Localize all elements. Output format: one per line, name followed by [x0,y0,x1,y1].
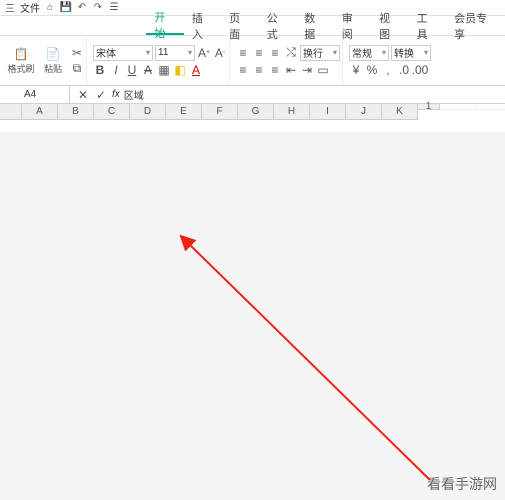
decrease-font-icon[interactable]: A- [213,46,227,60]
align-top-icon[interactable]: ≡ [236,46,250,60]
align-bottom-icon[interactable]: ≡ [268,46,282,60]
col-header[interactable]: J [346,104,382,120]
name-box[interactable]: A4 [20,86,70,103]
paste-icon: 📄 [46,47,60,61]
clipboard-icon: 📋 [14,47,28,61]
empty-cell[interactable] [476,104,505,110]
comma-icon[interactable]: , [381,63,395,77]
col-header[interactable]: C [94,104,130,120]
paste-label: 粘贴 [44,62,62,75]
col-header[interactable]: B [58,104,94,120]
watermark-text: 看看手游网 [427,474,497,494]
col-header[interactable]: F [202,104,238,120]
ribbon-toolbar: 📋 格式刷 📄 粘贴 ✂ ⧉ 宋体▾ 11▾ A+ A- B I U A ▦ [0,36,505,86]
tab-data[interactable]: 数据 [296,16,333,35]
merge-icon[interactable]: ▭ [316,63,330,77]
cancel-icon[interactable]: ✕ [76,88,90,102]
undo-icon[interactable]: ↶ [76,2,88,14]
align-left-icon[interactable]: ≡ [236,63,250,77]
col-header[interactable]: H [274,104,310,120]
row-header[interactable]: 1 [418,104,440,110]
chevron-down-icon: ▾ [146,48,150,57]
indent-decrease-icon[interactable]: ⇤ [284,63,298,77]
align-middle-icon[interactable]: ≡ [252,46,266,60]
tab-formula[interactable]: 公式 [259,16,296,35]
cut-icon[interactable]: ✂ [70,46,84,60]
font-group: 宋体▾ 11▾ A+ A- B I U A ▦ ◧ A [91,38,230,83]
increase-font-icon[interactable]: A+ [197,46,211,60]
spreadsheet-grid[interactable]: ABCDEFGHIJK121秒隔行填充颜色34区域1月2月3月4月5月6月7月8… [0,104,505,132]
home-icon[interactable]: ⌂ [44,2,56,14]
decimal-dec-icon[interactable]: .00 [413,63,427,77]
indent-increase-icon[interactable]: ⇥ [300,63,314,77]
percent-icon[interactable]: % [365,63,379,77]
app-menu-icon[interactable]: 三 [4,2,16,14]
tab-insert[interactable]: 插入 [184,16,221,35]
file-menu[interactable]: 文件 [20,0,40,15]
redo-icon[interactable]: ↷ [92,2,104,14]
number-group: 常规▾ 转换▾ ¥ % , .0 .00 [347,38,433,83]
italic-icon[interactable]: I [109,63,123,77]
col-header[interactable]: D [130,104,166,120]
col-header[interactable]: E [166,104,202,120]
font-name-select[interactable]: 宋体▾ [93,45,153,61]
tab-page[interactable]: 页面 [221,16,258,35]
fx-icon[interactable]: fx [112,89,120,100]
save-icon[interactable]: 💾 [60,2,72,14]
align-center-icon[interactable]: ≡ [252,63,266,77]
tab-view[interactable]: 视图 [371,16,408,35]
formula-input[interactable]: 区域 [124,87,144,102]
select-all-corner[interactable] [0,104,22,120]
orientation-icon[interactable]: ⤭ [284,46,298,60]
underline-icon[interactable]: U [125,63,139,77]
col-header[interactable]: K [382,104,418,120]
quick-icon[interactable]: ☰ [108,2,120,14]
col-header[interactable]: I [310,104,346,120]
tab-member[interactable]: 会员专享 [446,16,505,35]
number-format-select[interactable]: 常规▾ [349,45,389,61]
fill-color-icon[interactable]: ◧ [173,63,187,77]
border-icon[interactable]: ▦ [157,63,171,77]
menu-bar: 开始 插入 页面 公式 数据 审阅 视图 工具 会员专享 [0,16,505,36]
col-header[interactable]: A [22,104,58,120]
tab-review[interactable]: 审阅 [334,16,371,35]
col-header[interactable]: G [238,104,274,120]
paste-button[interactable]: 📄 粘贴 [38,43,68,79]
clipboard-group: 📋 格式刷 📄 粘贴 ✂ ⧉ [4,38,87,83]
wrap-select[interactable]: 换行▾ [300,45,340,61]
currency-icon[interactable]: ¥ [349,63,363,77]
empty-cell[interactable] [440,104,476,110]
chevron-down-icon: ▾ [424,48,428,57]
chevron-down-icon: ▾ [382,48,386,57]
font-color-icon[interactable]: A [189,63,203,77]
tab-tools[interactable]: 工具 [409,16,446,35]
format-painter-button[interactable]: 📋 格式刷 [6,43,36,79]
copy-icon[interactable]: ⧉ [70,62,84,76]
tab-start[interactable]: 开始 [146,16,183,35]
align-right-icon[interactable]: ≡ [268,63,282,77]
font-size-select[interactable]: 11▾ [155,45,195,61]
chevron-down-icon: ▾ [333,48,337,57]
convert-select[interactable]: 转换▾ [391,45,431,61]
strike-icon[interactable]: A [141,63,155,77]
chevron-down-icon: ▾ [188,48,192,57]
decimal-inc-icon[interactable]: .0 [397,63,411,77]
bold-icon[interactable]: B [93,63,107,77]
accept-icon[interactable]: ✓ [94,88,108,102]
align-group: ≡ ≡ ≡ ⤭ 换行▾ ≡ ≡ ≡ ⇤ ⇥ ▭ [234,38,343,83]
format-painter-label: 格式刷 [7,62,34,75]
